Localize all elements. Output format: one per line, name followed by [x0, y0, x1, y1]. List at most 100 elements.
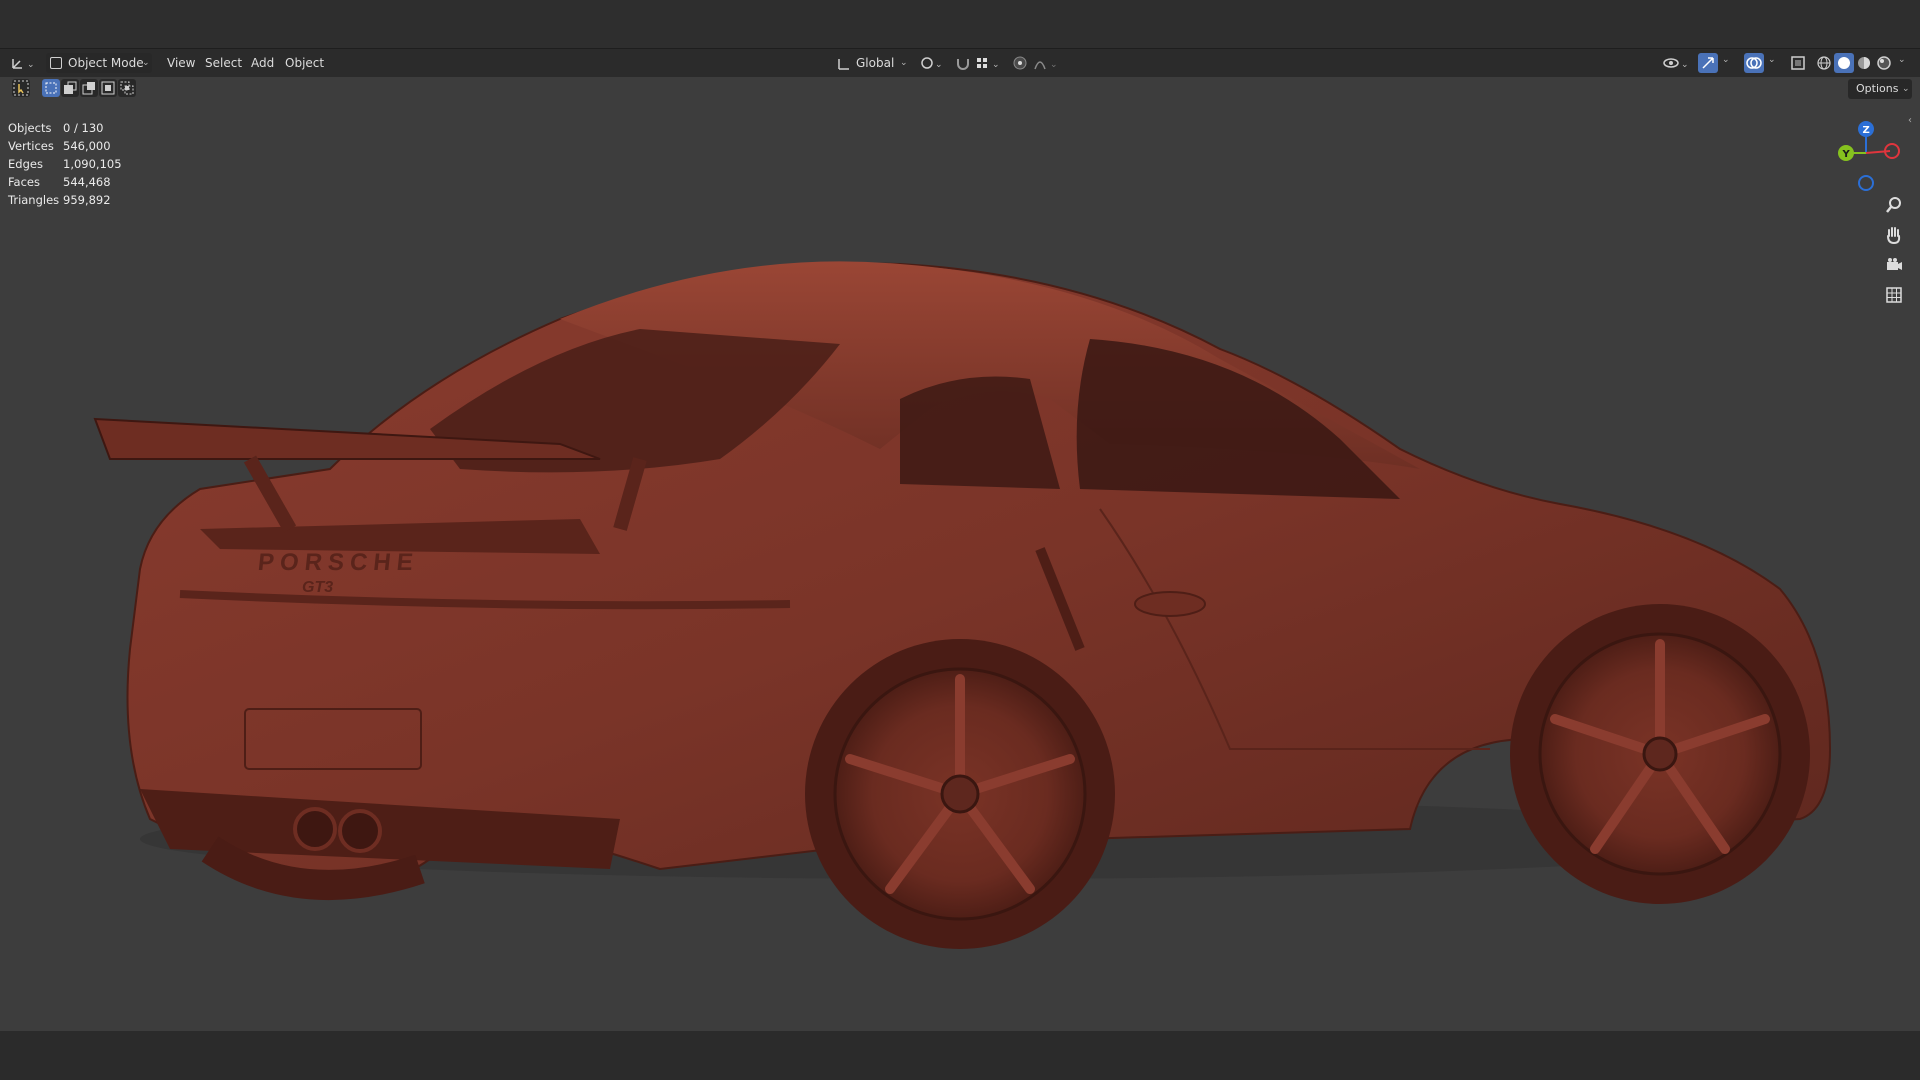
- object-mode-icon: [50, 57, 62, 69]
- menu-object[interactable]: Object: [280, 53, 329, 73]
- overlays-toggle[interactable]: [1744, 53, 1764, 73]
- magnet-icon: [957, 59, 969, 70]
- select-mode-new[interactable]: [42, 79, 60, 97]
- gizmo-z-label: Z: [1863, 125, 1870, 136]
- chevron-down-icon: ⌄: [1902, 84, 1910, 94]
- transform-orientation-dropdown[interactable]: Global ⌄: [832, 53, 912, 73]
- options-label: Options: [1856, 82, 1899, 95]
- shading-dropdown-chevron[interactable]: ⌄: [1898, 55, 1906, 65]
- select-subtract-icon: [82, 82, 95, 95]
- xray-toggle[interactable]: [1788, 53, 1808, 73]
- gizmo-toggle[interactable]: [1698, 53, 1718, 73]
- menu-view[interactable]: View: [162, 53, 200, 73]
- stat-key: Triangles: [8, 193, 60, 207]
- gizmo-dropdown-chevron[interactable]: ⌄: [1722, 55, 1730, 65]
- solid-sphere-icon: [1838, 57, 1850, 69]
- stat-row: Objects 0 / 130: [8, 119, 133, 137]
- svg-text:⌄: ⌄: [935, 60, 943, 70]
- select-mode-intersect[interactable]: [118, 79, 136, 97]
- gizmo-y-label: Y: [1842, 149, 1851, 160]
- pivot-point-button[interactable]: ⌄: [918, 53, 946, 73]
- navigation-gizmo[interactable]: Z Y: [1826, 113, 1906, 203]
- rendered-sphere-icon: [1877, 56, 1891, 70]
- stat-key: Faces: [8, 175, 40, 189]
- select-extend-icon: [64, 81, 77, 94]
- proportional-edit-toggle[interactable]: [1012, 53, 1028, 73]
- orientation-label: Global: [856, 56, 895, 70]
- select-intersect-icon: [120, 81, 134, 95]
- grid-snap-icon: ⌄: [977, 58, 1000, 70]
- svg-text:⌄: ⌄: [1050, 60, 1058, 70]
- camera-icon: [1887, 258, 1902, 270]
- xray-icon: [1791, 56, 1805, 70]
- shading-material[interactable]: [1854, 53, 1874, 73]
- scene-statistics: Objects 0 / 130 Vertices 546,000 Edges 1,09…: [8, 119, 133, 209]
- overlay-circles-icon: [1746, 57, 1762, 69]
- select-mode-invert[interactable]: [99, 79, 117, 97]
- grid-icon: [1886, 287, 1902, 303]
- stat-key: Objects: [8, 121, 52, 135]
- stat-value: 544,468: [63, 175, 111, 189]
- falloff-dropdown[interactable]: ⌄: [1032, 53, 1062, 73]
- stat-value: 0 / 130: [63, 121, 104, 135]
- zoom-button[interactable]: [1882, 193, 1906, 217]
- pan-button[interactable]: [1882, 223, 1906, 247]
- stat-key: Vertices: [8, 139, 54, 153]
- stat-row: Vertices 546,000: [8, 137, 133, 155]
- chevron-down-icon: ⌄: [900, 58, 908, 68]
- stat-row: Triangles 959,892: [8, 191, 133, 209]
- 3d-viewport[interactable]: PORSCHE GT3 ⌄ Object Mode ⌄ View Select …: [0, 48, 1920, 1032]
- overlays-dropdown-chevron[interactable]: ⌄: [1768, 55, 1776, 65]
- svg-text:⌄: ⌄: [1681, 60, 1689, 70]
- ortho-toggle-button[interactable]: [1882, 283, 1906, 307]
- pivot-icon: ⌄: [921, 57, 943, 70]
- proportional-edit-icon: [1013, 56, 1027, 70]
- menu-select[interactable]: Select: [200, 53, 247, 73]
- wireframe-sphere-icon: [1817, 56, 1831, 70]
- stat-value: 546,000: [63, 139, 111, 153]
- tool-settings-row: Options ⌄: [0, 77, 1920, 101]
- svg-text:⌄: ⌄: [992, 60, 1000, 70]
- model-badge: GT3: [302, 579, 334, 596]
- select-new-icon: [45, 82, 57, 94]
- stat-value: 1,090,105: [63, 157, 122, 171]
- shading-rendered[interactable]: [1874, 53, 1894, 73]
- stat-row: Edges 1,090,105: [8, 155, 133, 173]
- brand-lettering: PORSCHE: [256, 549, 421, 576]
- sidebar-toggle-arrow[interactable]: ‹: [1908, 115, 1912, 126]
- stat-key: Edges: [8, 157, 43, 171]
- shading-wireframe[interactable]: [1814, 53, 1834, 73]
- magnifier-icon: [1886, 197, 1901, 213]
- select-mode-extend[interactable]: [61, 79, 79, 97]
- select-invert-icon: [101, 81, 115, 95]
- axis-editor-icon: ⌄: [12, 59, 35, 70]
- viewport-header: ⌄ Object Mode ⌄ View Select Add Object G…: [0, 49, 1920, 77]
- visibility-dropdown[interactable]: ⌄: [1662, 53, 1692, 73]
- options-dropdown[interactable]: Options ⌄: [1848, 79, 1912, 99]
- editor-type-button[interactable]: ⌄: [8, 53, 38, 73]
- car-model-render: [93, 261, 1832, 949]
- mode-dropdown[interactable]: Object Mode ⌄: [46, 53, 152, 73]
- select-cursor-icon: [13, 80, 29, 96]
- camera-view-button[interactable]: [1882, 253, 1906, 277]
- chevron-down-icon: ⌄: [142, 58, 150, 68]
- snap-target-button[interactable]: ⌄: [974, 53, 1004, 73]
- shading-solid[interactable]: [1834, 53, 1854, 73]
- top-bar: [0, 0, 1920, 48]
- menu-add[interactable]: Add: [246, 53, 279, 73]
- orientation-icon: [838, 59, 849, 70]
- gizmo-arrow-icon: [1702, 57, 1714, 69]
- status-bar: [0, 1031, 1920, 1080]
- falloff-curve-icon: ⌄: [1034, 60, 1058, 70]
- stat-value: 959,892: [63, 193, 111, 207]
- select-mode-subtract[interactable]: [80, 79, 98, 97]
- eye-icon: ⌄: [1663, 58, 1689, 70]
- material-sphere-icon: [1858, 57, 1870, 69]
- svg-text:⌄: ⌄: [27, 60, 35, 70]
- snap-toggle[interactable]: [954, 53, 972, 73]
- gizmo-neg-z-axis[interactable]: [1858, 175, 1874, 191]
- stat-row: Faces 544,468: [8, 173, 133, 191]
- mode-label: Object Mode: [68, 56, 144, 70]
- active-tool-button[interactable]: [12, 79, 30, 97]
- hand-icon: [1887, 227, 1901, 245]
